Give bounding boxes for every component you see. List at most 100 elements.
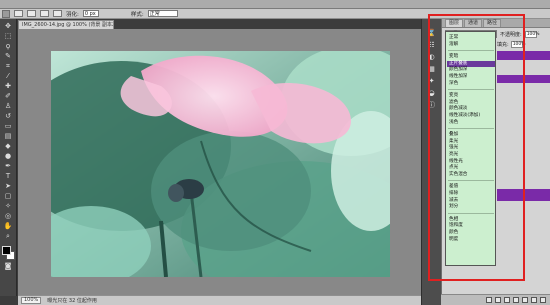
layer-row[interactable] (497, 189, 550, 201)
gradient-icon[interactable]: ▤ (3, 132, 14, 140)
layers-panel-footer (441, 294, 550, 305)
fill-input[interactable]: 100% (510, 41, 526, 48)
blend-mode-option[interactable]: 划分 (449, 204, 458, 210)
fill-label: 填充: (497, 42, 509, 48)
layer-row-selected[interactable] (497, 51, 550, 60)
blend-mode-option[interactable]: 变亮 (449, 93, 458, 99)
blend-mode-option[interactable]: 变暗 (449, 54, 458, 60)
blend-mode-option[interactable]: 颜色 (449, 230, 458, 236)
tab-paths[interactable]: 路径 (483, 19, 502, 27)
3d-orbit-icon[interactable]: ◎ (3, 212, 14, 220)
blend-mode-option[interactable]: 亮光 (449, 152, 458, 158)
history-brush-icon[interactable]: ↺ (3, 112, 14, 120)
blend-mode-option[interactable]: 滤色 (449, 100, 458, 106)
quick-mask-icon[interactable]: ◙ (3, 262, 14, 270)
blend-mode-option[interactable]: 减去 (449, 198, 458, 204)
menu-separator (448, 180, 494, 182)
layers-panel-tabs: 图层 通道 路径 (442, 19, 550, 28)
blend-mode-option[interactable]: 颜色加深 (449, 67, 467, 73)
blend-mode-option[interactable]: 溶解 (449, 42, 458, 48)
document-tab[interactable]: IMG_2600-14.jpg @ 100% (背景 副本2, RGB/8) * (18, 20, 114, 29)
dodge-icon[interactable]: ● (3, 152, 14, 160)
blend-mode-option[interactable]: 强光 (449, 145, 458, 151)
styles-panel-icon[interactable]: ✦ (426, 77, 437, 86)
blend-mode-option[interactable]: 明度 (449, 237, 458, 243)
layer-row[interactable] (497, 75, 550, 83)
properties-panel-icon[interactable]: ☷ (426, 41, 437, 50)
panel-dock: ⌛ ☷ ◐ ▦ ✦ ◒ ⓘ (421, 19, 441, 305)
hand-icon[interactable]: ✋ (3, 222, 14, 230)
blend-mode-option[interactable]: 差值 (449, 184, 458, 190)
intersect-selection-button[interactable] (53, 10, 62, 17)
tools-panel: ✥ ⬚ ϙ ✎ ⌗ ⁄ ✚ ✐ ♙ ↺ ▭ ▤ ◆ ● ✒ T ➤ ▢ ✧ ◎ … (0, 19, 17, 296)
masks-panel-icon[interactable]: ◒ (426, 89, 437, 98)
zoom-icon[interactable]: ⌕ (3, 232, 14, 240)
move-tool-icon[interactable]: ✥ (3, 22, 14, 30)
new-adjustment-icon[interactable] (513, 297, 519, 303)
new-selection-button[interactable] (14, 10, 23, 17)
blend-mode-option[interactable]: 深色 (449, 81, 458, 87)
history-panel-icon[interactable]: ⌛ (426, 29, 437, 38)
canvas-area[interactable] (18, 29, 421, 295)
add-mask-icon[interactable] (504, 297, 510, 303)
swatches-panel-icon[interactable]: ▦ (426, 65, 437, 74)
blend-mode-option[interactable]: 线性加深 (449, 74, 467, 80)
link-layers-icon[interactable] (486, 297, 492, 303)
clone-stamp-icon[interactable]: ♙ (3, 102, 14, 110)
path-select-icon[interactable]: ➤ (3, 182, 14, 190)
tab-layers[interactable]: 图层 (445, 19, 464, 27)
quick-select-icon[interactable]: ✎ (3, 52, 14, 60)
eraser-icon[interactable]: ▭ (3, 122, 14, 130)
feather-input[interactable]: 0 px (82, 10, 99, 17)
marquee-tool-icon[interactable] (2, 9, 10, 18)
blend-mode-option[interactable]: 点光 (449, 165, 458, 171)
healing-brush-icon[interactable]: ✚ (3, 82, 14, 90)
blend-mode-option[interactable]: 色相 (449, 217, 458, 223)
pen-icon[interactable]: ✒ (3, 162, 14, 170)
add-selection-button[interactable] (27, 10, 36, 17)
marquee-icon[interactable]: ⬚ (3, 32, 14, 40)
blend-mode-option[interactable]: 浅色 (449, 120, 458, 126)
color-swatches[interactable] (1, 246, 15, 260)
opacity-label: 不透明度: (500, 31, 522, 38)
blend-mode-option[interactable]: 柔光 (449, 139, 458, 145)
eyedropper-icon[interactable]: ⁄ (3, 72, 14, 80)
blend-mode-option[interactable]: 叠加 (449, 132, 458, 138)
blend-mode-option[interactable]: 颜色减淡 (449, 106, 467, 112)
style-select[interactable]: 正常 (147, 10, 178, 17)
trash-icon[interactable] (540, 297, 546, 303)
3d-rotate-icon[interactable]: ✧ (3, 202, 14, 210)
feather-label: 羽化: (66, 11, 79, 18)
blend-mode-option[interactable]: 实色混合 (449, 172, 467, 178)
subtract-selection-button[interactable] (40, 10, 49, 17)
shape-icon[interactable]: ▢ (3, 192, 14, 200)
adjustments-panel-icon[interactable]: ◐ (426, 53, 437, 62)
opacity-input[interactable]: 100% (524, 30, 540, 38)
type-icon[interactable]: T (3, 172, 14, 180)
crop-icon[interactable]: ⌗ (3, 62, 14, 70)
blend-mode-option[interactable]: 正常 (449, 35, 458, 41)
menu-separator (448, 212, 494, 214)
menu-bar (0, 0, 550, 9)
blend-mode-option[interactable]: 饱和度 (449, 223, 463, 229)
zoom-level[interactable]: 100% (21, 297, 42, 304)
lotus-photo (51, 51, 390, 277)
blend-mode-option[interactable]: 排除 (449, 191, 458, 197)
lasso-icon[interactable]: ϙ (3, 42, 14, 50)
layer-style-icon[interactable] (495, 297, 501, 303)
foreground-color-swatch[interactable] (1, 246, 11, 255)
new-layer-icon[interactable] (531, 297, 537, 303)
menu-separator (448, 89, 494, 91)
options-bar: 羽化: 0 px 样式: 正常 (0, 9, 550, 19)
blur-icon[interactable]: ◆ (3, 142, 14, 150)
tab-channels[interactable]: 通道 (464, 19, 483, 27)
menu-separator (448, 50, 494, 52)
blend-mode-dropdown[interactable]: 正常 溶解变暗 正片叠底 颜色加深 线性加深 深色变亮 滤色 颜色减淡 线性减淡(添加) 浅色叠加… (445, 31, 496, 266)
info-panel-icon[interactable]: ⓘ (426, 101, 437, 110)
blend-mode-option[interactable]: 正片叠底 (447, 60, 495, 67)
brush-icon[interactable]: ✐ (3, 92, 14, 100)
blend-mode-option[interactable]: 线性光 (449, 159, 463, 165)
blend-mode-option[interactable]: 线性减淡(添加) (449, 113, 480, 119)
new-group-icon[interactable] (522, 297, 528, 303)
style-label: 样式: (130, 11, 144, 18)
